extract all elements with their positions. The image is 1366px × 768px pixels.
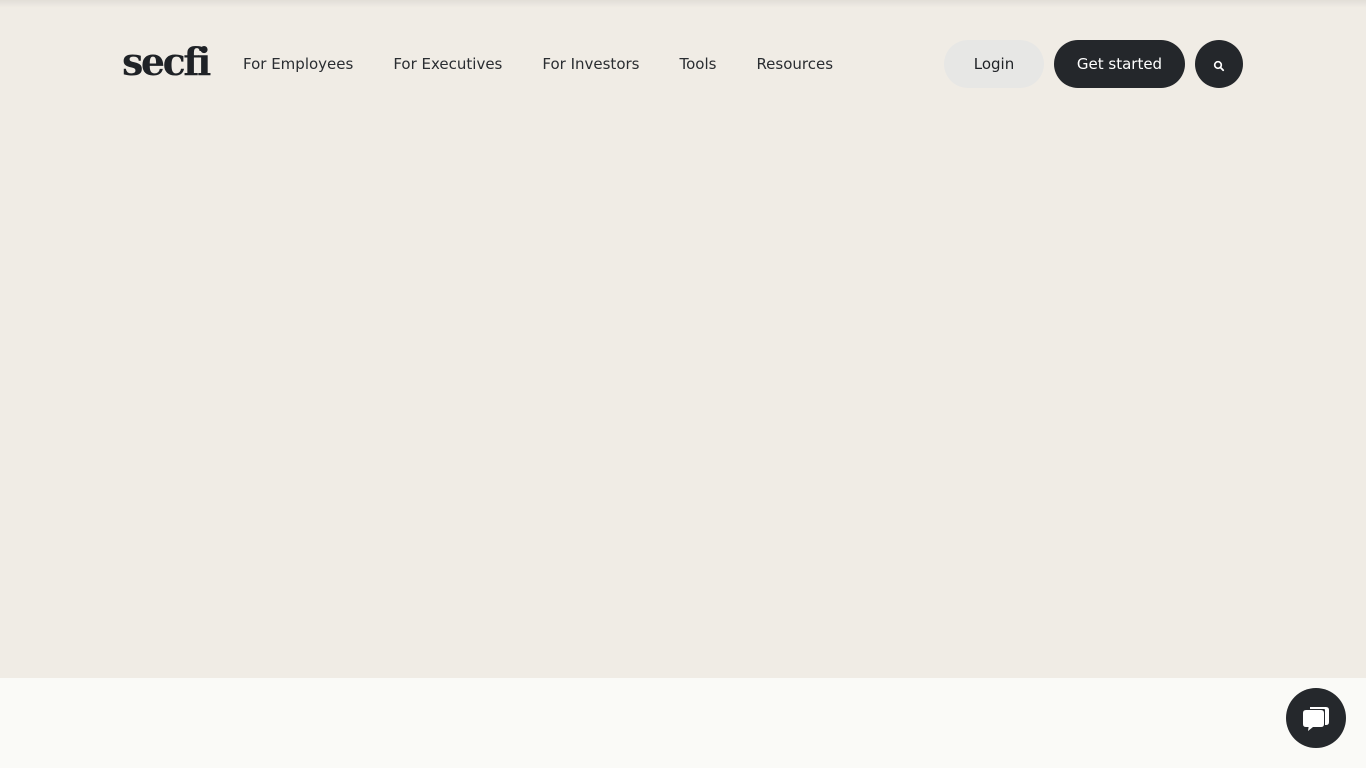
secfi-logo[interactable]: secfi [122, 38, 212, 86]
nav-link-tools[interactable]: Tools [679, 52, 716, 76]
content-section [0, 678, 1366, 768]
search-button[interactable] [1195, 40, 1243, 88]
chat-bubble-icon [1300, 702, 1332, 734]
nav-link-resources[interactable]: Resources [756, 52, 833, 76]
nav-link-for-employees[interactable]: For Employees [243, 52, 353, 76]
chat-launcher-button[interactable] [1286, 688, 1346, 748]
get-started-button[interactable]: Get started [1054, 40, 1185, 88]
nav-link-for-investors[interactable]: For Investors [542, 52, 639, 76]
search-icon [1213, 58, 1225, 72]
nav-link-for-executives[interactable]: For Executives [393, 52, 502, 76]
login-button[interactable]: Login [944, 40, 1044, 88]
site-header: secfi For Employees For Executives For I… [0, 0, 1366, 128]
main-nav: For Employees For Executives For Investo… [243, 52, 833, 76]
